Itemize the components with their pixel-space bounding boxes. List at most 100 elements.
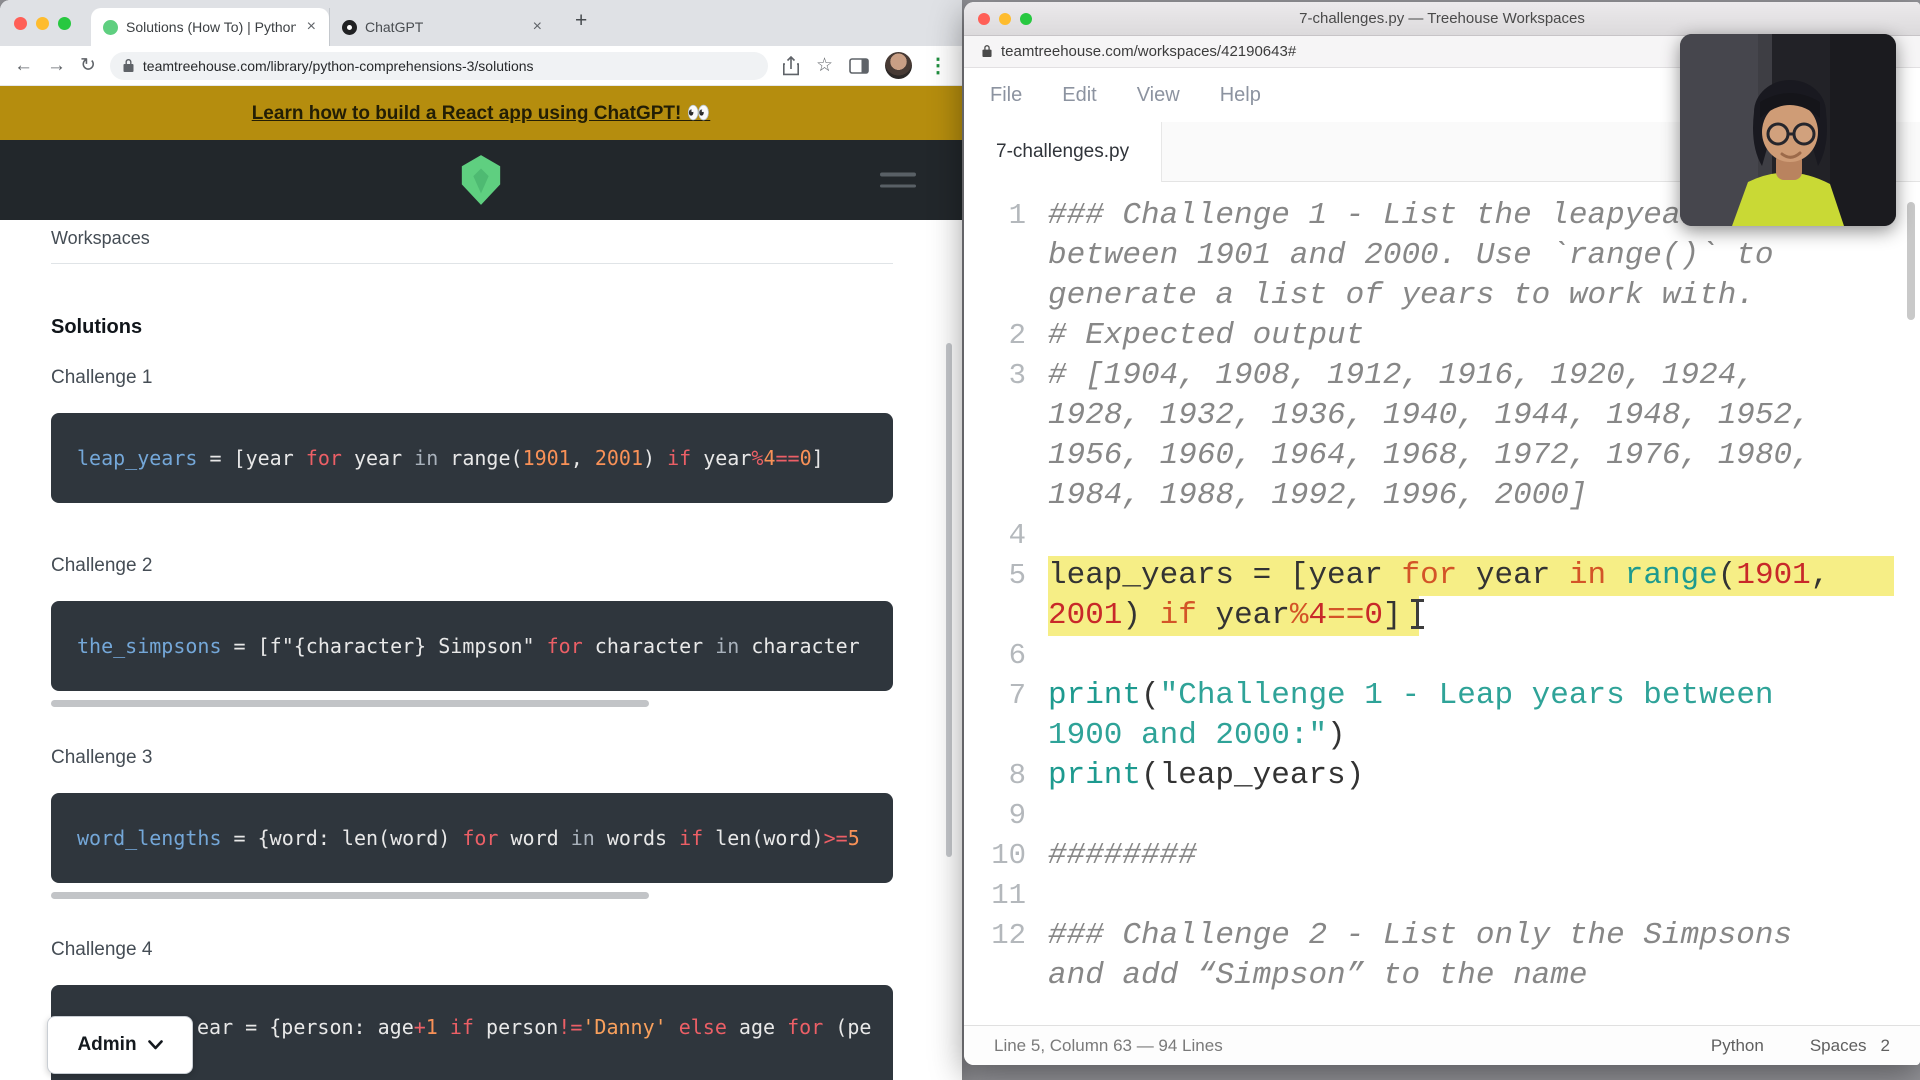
close-window-button[interactable] (14, 17, 27, 30)
forward-icon[interactable]: → (47, 55, 66, 77)
text-cursor-icon (1416, 599, 1419, 629)
code-line-text: leap_years = [year for year in range(190… (1048, 556, 1894, 596)
divider (51, 263, 893, 264)
code-line-text (1048, 516, 1920, 556)
browser-menu-icon[interactable]: ⋮ (928, 53, 948, 78)
editor-row: 2001) if year%4==0] (964, 596, 1920, 636)
menu-view[interactable]: View (1137, 84, 1180, 107)
promo-banner-link[interactable]: Learn how to build a React app using Cha… (252, 101, 711, 125)
treehouse-logo-icon[interactable] (458, 155, 504, 205)
browser-window: Solutions (How To) | Python Co × ChatGPT… (0, 0, 962, 1080)
promo-banner[interactable]: Learn how to build a React app using Cha… (0, 86, 962, 140)
line-number: 2 (964, 316, 1026, 356)
editor-row: 1900 and 2000:") (964, 716, 1920, 756)
admin-button[interactable]: Admin (47, 1016, 193, 1074)
line-number: 11 (964, 876, 1026, 916)
code-line-text: 1984, 1988, 1992, 1996, 2000] (1048, 476, 1920, 516)
line-number (964, 276, 1026, 316)
lock-icon (982, 45, 992, 58)
back-icon[interactable]: ← (14, 55, 33, 77)
hamburger-menu-icon[interactable] (880, 165, 916, 196)
close-window-button[interactable] (978, 13, 990, 25)
editor-row: 4 (964, 516, 1920, 556)
share-icon[interactable] (782, 56, 800, 76)
code-line-text: print("Challenge 1 - Leap years between (1048, 676, 1920, 716)
vertical-scrollbar-thumb[interactable] (946, 343, 952, 857)
code-line-text (1048, 876, 1920, 916)
reload-icon[interactable]: ↻ (80, 54, 96, 77)
browser-tab-chatgpt[interactable]: ChatGPT × (329, 8, 555, 46)
challenge-1-label: Challenge 1 (51, 367, 962, 389)
line-number: 6 (964, 636, 1026, 676)
code-line-text: print(leap_years) (1048, 756, 1920, 796)
editor-lines: 1### Challenge 1 - List the leapyearsbet… (964, 196, 1920, 996)
new-tab-button[interactable]: + (567, 9, 595, 37)
window-title: 7-challenges.py — Treehouse Workspaces (1299, 10, 1585, 27)
zoom-window-button[interactable] (58, 17, 71, 30)
language-mode[interactable]: Python (1711, 1036, 1764, 1056)
minimize-window-button[interactable] (36, 17, 49, 30)
line-number (964, 596, 1026, 636)
code-line-text: ### Challenge 2 - List only the Simpsons (1048, 916, 1920, 956)
code-line-text (1048, 796, 1920, 836)
menu-help[interactable]: Help (1220, 84, 1261, 107)
editor-row: 1956, 1960, 1964, 1968, 1972, 1976, 1980… (964, 436, 1920, 476)
bookmark-star-icon[interactable]: ☆ (816, 54, 833, 77)
editor-row: 11 (964, 876, 1920, 916)
chatgpt-favicon-icon (342, 20, 357, 35)
solutions-page: Workspaces Solutions Challenge 1 leap_ye… (0, 220, 962, 940)
horizontal-scrollbar-thumb[interactable] (51, 892, 649, 899)
editor-row: 10######## (964, 836, 1920, 876)
minimize-window-button[interactable] (999, 13, 1011, 25)
line-number (964, 716, 1026, 756)
line-number: 9 (964, 796, 1026, 836)
line-number (964, 476, 1026, 516)
editor-row: 12 ### Challenge 2 - List only the Simpso… (964, 916, 1920, 956)
editor-row: 3# [1904, 1908, 1912, 1916, 1920, 1924, (964, 356, 1920, 396)
page-title: Solutions (51, 316, 962, 339)
browser-tab-solutions[interactable]: Solutions (How To) | Python Co × (91, 8, 329, 46)
lock-icon (123, 59, 134, 73)
editor-row: and add “Simpson” to the name (964, 956, 1920, 996)
editor-row: generate a list of years to work with. (964, 276, 1920, 316)
tab-title: Solutions (How To) | Python Co (126, 19, 296, 35)
editor-row: 1984, 1988, 1992, 1996, 2000] (964, 476, 1920, 516)
code-editor[interactable]: 1### Challenge 1 - List the leapyearsbet… (964, 182, 1920, 1025)
horizontal-scrollbar-thumb[interactable] (51, 700, 649, 707)
challenge-1-code-block: leap_years = [year for year in range(190… (51, 413, 893, 503)
cursor-position-text: Line 5, Column 63 — 94 Lines (994, 1036, 1223, 1056)
address-bar[interactable]: teamtreehouse.com/library/python-compreh… (110, 52, 768, 80)
challenge-4-label: Challenge 4 (51, 939, 962, 961)
admin-button-label: Admin (77, 1034, 136, 1056)
editor-row: 7print("Challenge 1 - Leap years between (964, 676, 1920, 716)
line-number (964, 956, 1026, 996)
zoom-window-button[interactable] (1020, 13, 1032, 25)
status-right: Python Spaces 2 (1711, 1036, 1890, 1056)
line-number: 4 (964, 516, 1026, 556)
code-line-text: # Expected output (1048, 316, 1920, 356)
window-title-bar: 7-challenges.py — Treehouse Workspaces (964, 2, 1920, 36)
line-number: 12 (964, 916, 1026, 956)
presenter-video (1680, 34, 1896, 226)
close-tab-icon[interactable]: × (530, 18, 545, 36)
close-tab-icon[interactable]: × (304, 18, 319, 36)
url-text: teamtreehouse.com/workspaces/42190643# (1001, 43, 1296, 60)
profile-avatar[interactable] (885, 52, 912, 79)
menu-edit[interactable]: Edit (1062, 84, 1096, 107)
file-tab[interactable]: 7-challenges.py (964, 122, 1162, 182)
line-number: 1 (964, 196, 1026, 236)
editor-row: 9 (964, 796, 1920, 836)
menu-file[interactable]: File (990, 84, 1022, 107)
vertical-scrollbar-thumb[interactable] (1907, 202, 1915, 320)
editor-row: between 1901 and 2000. Use `range()` to (964, 236, 1920, 276)
window-controls (14, 17, 71, 30)
line-number (964, 236, 1026, 276)
indent-setting[interactable]: Spaces 2 (1810, 1036, 1890, 1056)
code-line-text (1048, 636, 1920, 676)
browser-toolbar: ← → ↻ teamtreehouse.com/library/python-c… (0, 46, 962, 86)
file-tab-label: 7-challenges.py (996, 141, 1129, 163)
challenge-2-label: Challenge 2 (51, 555, 962, 577)
challenge-3-label: Challenge 3 (51, 747, 962, 769)
code-line-text: and add “Simpson” to the name (1048, 956, 1920, 996)
side-panel-icon[interactable] (849, 58, 869, 74)
